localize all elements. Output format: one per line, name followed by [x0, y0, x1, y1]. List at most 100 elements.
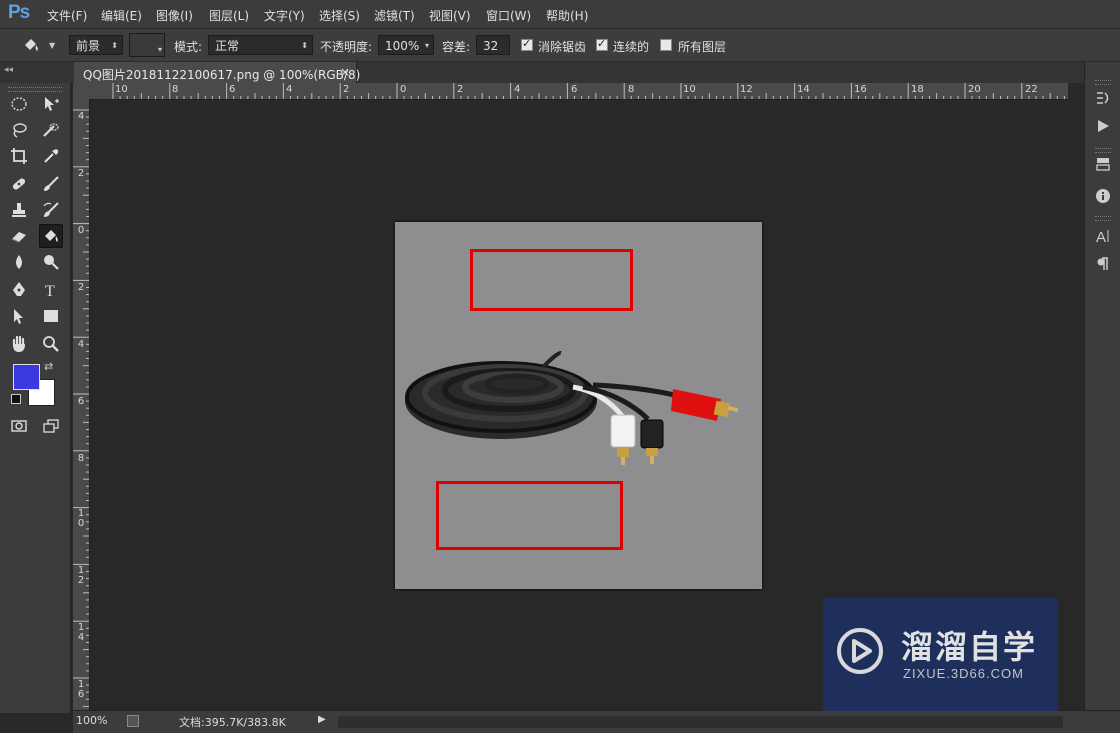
- document-canvas[interactable]: [395, 222, 762, 589]
- ruler-label: 8: [172, 84, 179, 95]
- contiguous-checkbox[interactable]: [596, 37, 608, 51]
- toolbox-grip[interactable]: [8, 87, 62, 92]
- dodge-icon[interactable]: [40, 251, 62, 273]
- antialias-label: 消除锯齿: [538, 40, 587, 54]
- ruler-vertical[interactable]: 4 2 0 2 4 6 8 10 12 14 16: [73, 99, 90, 710]
- tool-preset-picker[interactable]: ▼: [22, 36, 55, 56]
- pen-icon[interactable]: [8, 279, 30, 301]
- menu-layer[interactable]: 图层(L): [209, 7, 249, 24]
- updown-icon: ⬍: [301, 41, 308, 50]
- ruler-label: 10: [683, 84, 696, 95]
- zoom-level[interactable]: 100%: [76, 714, 107, 727]
- ruler-label: 22: [1025, 84, 1038, 95]
- actions-play-icon[interactable]: [1093, 116, 1113, 136]
- menu-file[interactable]: 文件(F): [47, 7, 87, 24]
- status-bar: 100% 文档:395.7K/383.8K ▶: [73, 710, 1120, 733]
- move-icon[interactable]: [40, 93, 62, 115]
- ruler-label: 4: [77, 339, 85, 350]
- document-tab[interactable]: QQ图片20181122100617.png @ 100%(RGB/8) ×: [74, 62, 361, 83]
- swap-colors-icon[interactable]: ⇄: [44, 360, 53, 373]
- collapse-icon[interactable]: ◂◂: [4, 65, 13, 75]
- ruler-label: 2: [77, 282, 85, 293]
- ruler-label: 0: [77, 225, 85, 236]
- document-profile-icon[interactable]: [127, 715, 139, 727]
- hand-icon[interactable]: [8, 333, 30, 355]
- pattern-picker[interactable]: ▾: [129, 33, 165, 57]
- ruler-label: 6: [77, 396, 85, 407]
- menu-edit[interactable]: 编辑(E): [101, 7, 142, 24]
- tolerance-value: 32: [483, 39, 499, 53]
- path-select-icon[interactable]: [8, 305, 30, 327]
- info-icon[interactable]: [1093, 186, 1113, 206]
- paint-bucket-icon: [25, 39, 38, 51]
- paint-bucket-tool[interactable]: [39, 224, 63, 248]
- ruler-label: 20: [968, 84, 981, 95]
- opacity-label: 不透明度:: [320, 40, 373, 54]
- ruler-label: 16: [77, 679, 85, 700]
- mode-select[interactable]: 正常 ⬍: [208, 35, 313, 55]
- antialias-checkbox[interactable]: [521, 37, 533, 51]
- annotation-box-top: [470, 249, 633, 311]
- tolerance-input[interactable]: 32: [476, 35, 510, 55]
- status-menu-arrow-icon[interactable]: ▶: [318, 714, 326, 725]
- menu-view[interactable]: 视图(V): [429, 7, 471, 24]
- panel-grip[interactable]: [1095, 148, 1111, 153]
- ruler-label: 14: [797, 84, 810, 95]
- ruler-label: 2: [457, 84, 464, 95]
- annotation-box-bottom: [436, 481, 623, 550]
- zoom-icon[interactable]: [40, 333, 62, 355]
- screen-mode-icon[interactable]: [40, 415, 62, 437]
- stamp-icon[interactable]: [8, 199, 30, 221]
- all-layers-checkbox[interactable]: [660, 39, 672, 51]
- menu-select[interactable]: 选择(S): [319, 7, 360, 24]
- ruler-horizontal[interactable]: 10 8 6 4 2 0 2 4 6 8 10 12 14 16 18 20 2…: [73, 83, 1068, 100]
- menu-type[interactable]: 文字(Y): [264, 7, 305, 24]
- updown-icon: ⬍: [111, 41, 118, 50]
- paragraph-panel-icon[interactable]: [1093, 254, 1113, 274]
- ruler-label: 10: [115, 84, 128, 95]
- ruler-label: 14: [77, 622, 85, 643]
- ruler-label: 18: [911, 84, 924, 95]
- watermark-url: ZIXUE.3D66.COM: [903, 666, 1024, 681]
- mode-value: 正常: [215, 39, 240, 53]
- blur-icon[interactable]: [8, 251, 30, 273]
- ruler-label: 0: [400, 84, 407, 95]
- quick-mask-icon[interactable]: [8, 415, 30, 437]
- watermark-logo-icon: [837, 628, 883, 674]
- rectangle-icon[interactable]: [40, 305, 62, 327]
- options-bar: ▼ 前景⬍ ▾ 模式: 正常⬍ 不透明度: 100%▾ 容差: 32 消除锯齿 …: [0, 29, 1120, 62]
- horizontal-scrollbar[interactable]: [338, 716, 1063, 728]
- eyedropper-icon[interactable]: [40, 145, 62, 167]
- history-brush-icon[interactable]: [40, 199, 62, 221]
- quick-select-icon[interactable]: [40, 119, 62, 141]
- foreground-color-swatch[interactable]: [13, 364, 40, 390]
- default-colors-icon[interactable]: [11, 394, 21, 404]
- panel-grip[interactable]: [1095, 216, 1111, 221]
- type-icon[interactable]: T: [40, 279, 62, 301]
- menu-filter[interactable]: 滤镜(T): [374, 7, 415, 24]
- lasso-icon[interactable]: [8, 119, 30, 141]
- fill-source-select[interactable]: 前景 ⬍: [69, 35, 123, 55]
- menu-image[interactable]: 图像(I): [156, 7, 193, 24]
- document-tab-title: QQ图片20181122100617.png @ 100%(RGB/8): [83, 68, 361, 82]
- ruler-label: 4: [77, 111, 85, 122]
- opacity-input[interactable]: 100% ▾: [378, 35, 434, 55]
- fill-source-value: 前景: [76, 39, 101, 53]
- ruler-label: 8: [628, 84, 635, 95]
- eraser-icon[interactable]: [8, 225, 30, 247]
- ruler-label: 6: [229, 84, 236, 95]
- ruler-label: 12: [77, 565, 85, 586]
- panel-grip[interactable]: [1095, 80, 1111, 85]
- brush-icon[interactable]: [40, 173, 62, 195]
- close-icon[interactable]: ×: [340, 65, 350, 79]
- all-layers-label: 所有图层: [678, 40, 727, 54]
- history-panel-icon[interactable]: [1093, 88, 1113, 108]
- healing-icon[interactable]: [8, 173, 30, 195]
- crop-icon[interactable]: [8, 145, 30, 167]
- character-panel-icon[interactable]: A: [1093, 226, 1113, 246]
- menu-window[interactable]: 窗口(W): [486, 7, 531, 24]
- menu-help[interactable]: 帮助(H): [546, 7, 588, 24]
- properties-panel-icon[interactable]: [1093, 154, 1113, 174]
- marquee-icon[interactable]: [8, 93, 30, 115]
- ruler-label: 2: [77, 168, 85, 179]
